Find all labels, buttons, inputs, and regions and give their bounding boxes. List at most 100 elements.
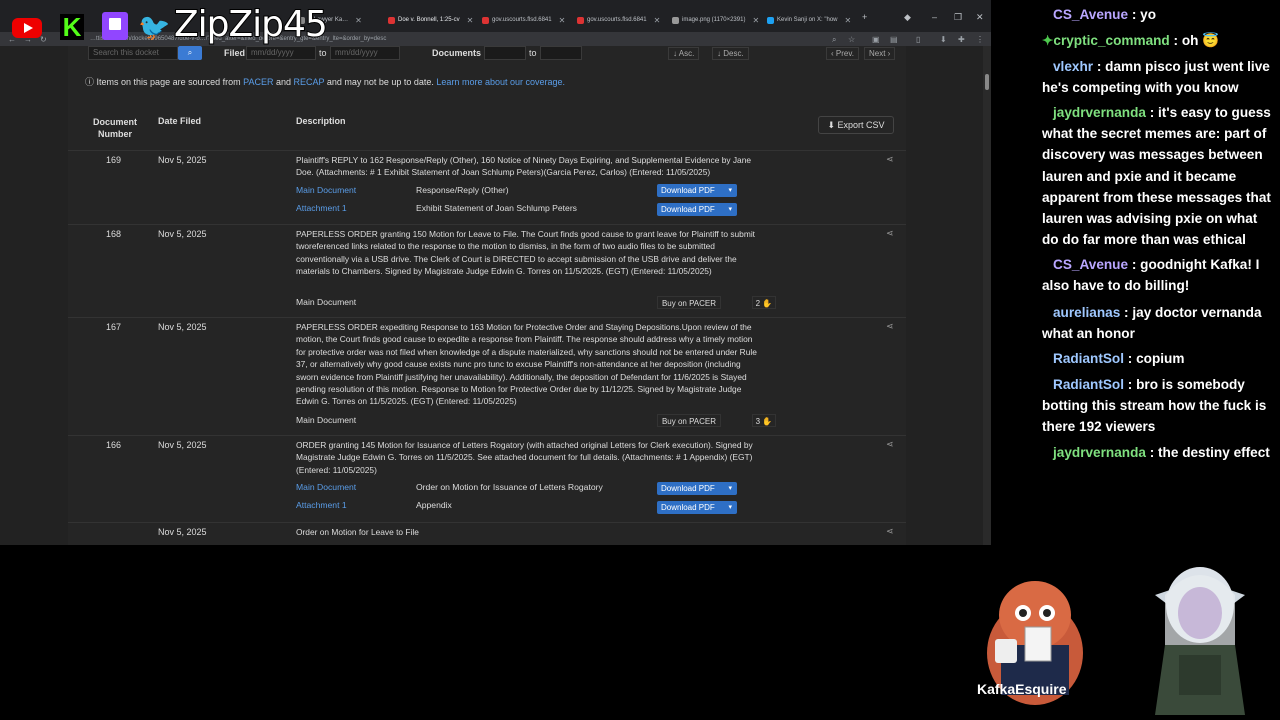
minimize-icon[interactable]: – [932, 12, 937, 22]
avatar-name-label: KafkaEsquire [977, 681, 1067, 697]
prev-page-button[interactable]: ‹ Prev. [826, 47, 859, 60]
chat-username[interactable]: jaydrvernanda [1053, 445, 1146, 460]
close-icon[interactable]: ✕ [467, 16, 474, 25]
buy-on-pacer-button[interactable]: Buy on PACER [657, 414, 721, 427]
pacer-link[interactable]: PACER [243, 77, 273, 87]
chat-message: ✦cryptic_command : oh 😇 [1042, 30, 1272, 51]
close-icon[interactable]: ✕ [752, 16, 759, 25]
next-page-button[interactable]: Next › [864, 47, 896, 60]
search-icon[interactable]: ⌕ [832, 35, 836, 45]
chat-message: CS_Avenue : yo [1042, 4, 1272, 25]
document-description: Exhibit Statement of Joan Schlump Peters [416, 203, 577, 213]
favicon-icon [672, 16, 679, 24]
share-icon[interactable]: ⋖ [886, 154, 894, 165]
download-pdf-button[interactable]: Download PDF ▾ [657, 482, 737, 495]
chat-username[interactable]: RadiantSol [1053, 377, 1124, 392]
entry-description: ORDER granting 145 Motion for Issuance o… [296, 440, 753, 475]
buy-on-pacer-button[interactable]: Buy on PACER [657, 296, 721, 309]
search-button[interactable]: ⌕ [178, 46, 202, 60]
extension-icon[interactable]: ▣ [872, 35, 880, 44]
pacer-request-count[interactable]: 3 ✋ [752, 414, 776, 427]
chat-username[interactable]: CS_Avenue [1053, 7, 1128, 22]
download-icon: ⬇ [827, 120, 835, 130]
tab[interactable]: image.png (1170×2391) ✕ [672, 12, 760, 28]
close-icon[interactable]: ✕ [845, 16, 852, 25]
extension-icon[interactable]: ✚ [958, 35, 965, 44]
search-docket-input[interactable]: Search this docket [88, 46, 178, 60]
new-tab-icon[interactable]: + [862, 12, 867, 22]
tab-label: gov.uscourts.flsd.6841 [492, 17, 552, 23]
badge-icon: ✦ [1042, 33, 1054, 48]
sort-desc-button[interactable]: ↓ Desc. [712, 47, 749, 60]
to-label: to [319, 48, 327, 58]
share-icon[interactable]: ⋖ [886, 439, 894, 450]
share-icon[interactable]: ⋖ [886, 526, 894, 537]
attachment-link[interactable]: Attachment 1 [296, 500, 347, 510]
search-icon: ⌕ [187, 48, 193, 57]
filed-label: Filed [224, 48, 246, 58]
notice-text: and [273, 77, 294, 87]
menu-icon[interactable]: ⋮ [976, 35, 984, 44]
share-icon[interactable]: ⋖ [886, 321, 894, 332]
caret-down-icon[interactable]: ▾ [728, 203, 732, 216]
page-scrollbar[interactable] [983, 46, 991, 545]
attachment-link[interactable]: Attachment 1 [296, 203, 347, 213]
close-icon[interactable]: ✕ [559, 16, 566, 25]
download-pdf-button[interactable]: Download PDF ▾ [657, 501, 737, 514]
chat-separator: : [1120, 305, 1133, 320]
download-pdf-button[interactable]: Download PDF ▾ [657, 184, 737, 197]
tab-active[interactable]: Doe v. Bonnell, 1:25-cv ✕ [388, 12, 474, 28]
chat-username[interactable]: aurelianas [1053, 305, 1120, 320]
entry-from-input[interactable] [484, 46, 526, 60]
pacer-request-count[interactable]: 2 ✋ [752, 296, 776, 309]
chat-username[interactable]: vlexhr [1053, 59, 1093, 74]
chat-username[interactable]: RadiantSol [1053, 351, 1124, 366]
download-icon[interactable]: ⬇ [940, 35, 947, 44]
chat-text: the destiny effect [1158, 445, 1270, 460]
entry-to-input[interactable] [540, 46, 582, 60]
sort-asc-button[interactable]: ↓ Asc. [668, 47, 700, 60]
recap-link[interactable]: RECAP [293, 77, 324, 87]
sidebar-icon[interactable]: ▯ [916, 35, 920, 44]
window-close-icon[interactable]: ✕ [976, 12, 984, 23]
extension-icon[interactable]: ▤ [890, 35, 898, 44]
main-document-link[interactable]: Main Document [296, 482, 356, 492]
table-row: Nov 5, 2025 Order on Motion for Leave to… [68, 522, 906, 545]
tab[interactable]: gov.uscourts.flsd.6841 ✕ [577, 12, 663, 28]
profile-icon[interactable]: ◆ [904, 12, 911, 23]
tab[interactable]: gov.uscourts.flsd.6841 ✕ [482, 12, 568, 28]
chat-text: oh 😇 [1181, 33, 1220, 48]
chat-username[interactable]: CS_Avenue [1053, 257, 1128, 272]
share-icon[interactable]: ⋖ [886, 228, 894, 239]
caret-down-icon[interactable]: ▾ [728, 482, 732, 495]
close-icon[interactable]: ✕ [355, 16, 362, 25]
bookmark-star-icon[interactable]: ☆ [848, 35, 855, 44]
chat-panel: CS_Avenue : yo ✦cryptic_command : oh 😇 vle… [1042, 0, 1280, 470]
chat-message: vlexhr : damn pisco just went live he's … [1042, 56, 1272, 98]
scroll-thumb[interactable] [985, 74, 989, 90]
request-count: 3 [755, 417, 761, 426]
tab[interactable]: Kevin Sanji on X: "how ✕ [767, 12, 857, 28]
filed-before-input[interactable]: mm/dd/yyyy [330, 46, 400, 60]
entry-description: Order on Motion for Leave to File [296, 527, 419, 537]
chat-message: aurelianas : jay doctor vernanda what an… [1042, 302, 1272, 344]
restore-icon[interactable]: ❐ [954, 12, 962, 23]
date-filed-header: Date Filed [158, 116, 202, 126]
twitch-icon [102, 12, 128, 40]
chat-username[interactable]: cryptic_command [1053, 33, 1169, 48]
chat-text: yo [1140, 7, 1157, 22]
learn-more-link[interactable]: Learn more about our coverage. [436, 77, 565, 87]
favicon-icon [767, 16, 774, 24]
main-document-label: Main Document [296, 415, 357, 425]
date-filed: Nov 5, 2025 [158, 322, 207, 332]
export-csv-button[interactable]: ⬇ Export CSV [818, 116, 894, 134]
main-document-link[interactable]: Main Document [296, 185, 356, 195]
chat-username[interactable]: jaydrvernanda [1053, 105, 1146, 120]
caret-down-icon[interactable]: ▾ [728, 184, 732, 197]
doc-number: 168 [106, 229, 122, 239]
download-pdf-button[interactable]: Download PDF ▾ [657, 203, 737, 216]
filed-after-input[interactable]: mm/dd/yyyy [246, 46, 316, 60]
chat-message: RadiantSol : bro is somebody botting thi… [1042, 374, 1272, 438]
caret-down-icon[interactable]: ▾ [728, 501, 732, 514]
close-icon[interactable]: ✕ [654, 16, 661, 25]
